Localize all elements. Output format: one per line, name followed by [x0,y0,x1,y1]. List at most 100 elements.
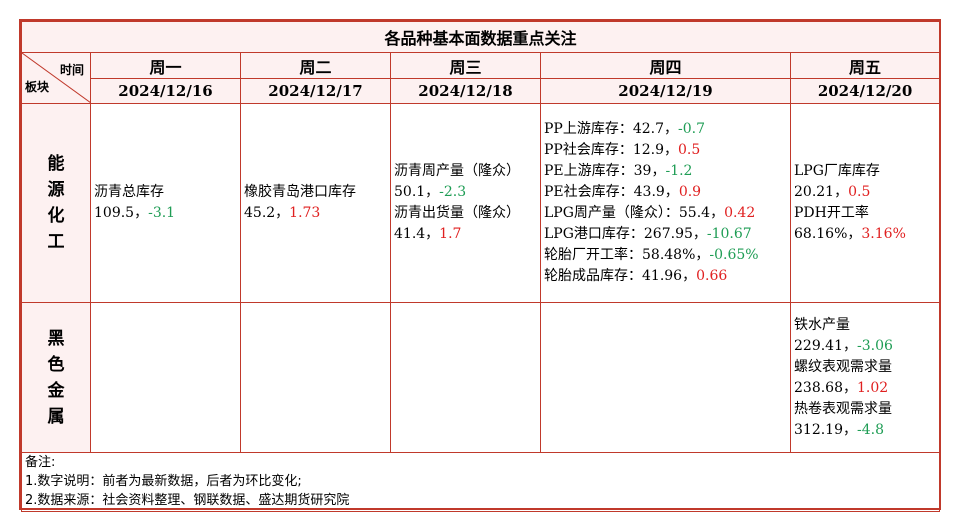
metric-line: 20.21，0.5 [794,182,937,203]
metric-name: PDH开工率 [794,205,869,221]
day-header: 周一 [90,52,241,79]
metric-line: 50.1，-2.3 [394,182,538,203]
metric-line: 轮胎厂开工率：58.48%，-0.65% [544,245,788,266]
data-cell [240,302,391,453]
metric-change: 0.5 [848,184,871,200]
date-header: 2024/12/19 [540,78,791,104]
sector-char: 源 [47,180,65,200]
metric-line: 轮胎成品库存：41.96，0.66 [544,266,788,287]
metric-label-value: LPG周产量（隆众）：55.4， [544,205,725,221]
data-cell: 铁水产量 229.41，-3.06 螺纹表观需求量 238.68，1.02 热卷表观需求… [789,302,941,453]
metric-line: 41.4，1.7 [394,224,538,245]
date-header: 2024/12/20 [789,78,941,104]
metric-change: -1.2 [665,163,693,179]
metric-line: 312.19，-4.8 [794,420,937,441]
metric-value: 229.41， [794,337,857,354]
metric-line: 45.2，1.73 [244,203,388,224]
metric-line: PE上游库存：39，-1.2 [544,161,788,182]
metric-value: 68.16%， [794,226,862,242]
metric-label-value: PE上游库存：39， [544,163,666,179]
metric-value: 45.2， [244,205,290,221]
day-header: 周五 [789,52,941,79]
metric-change: -10.67 [706,226,752,242]
summary-table: 各品种基本面数据重点关注 时间 板块 周一 周二 周三 周四 周五 2024/1… [20,21,941,512]
data-cell: PP上游库存：42.7，-0.7 PP社会库存：12.9，0.5 PE上游库存：39… [540,103,791,303]
metric-change: -0.7 [678,121,706,137]
data-cell [90,302,241,453]
metric-change: 1.73 [289,205,321,221]
corner-header: 时间 板块 [21,52,91,104]
metric-line: 229.41，-3.06 [794,336,937,357]
sector-label-ferrous: 黑 色 金 属 [21,302,91,453]
summary-table-frame: 各品种基本面数据重点关注 时间 板块 周一 周二 周三 周四 周五 2024/1… [19,19,941,512]
notes-line: 2.数据来源：社会资料整理、钢联数据、盛达期货研究院 [25,493,350,508]
metric-label-value: PP上游库存：42.7， [544,121,679,137]
data-cell: 沥青周产量（隆众） 50.1，-2.3 沥青出货量（隆众） 41.4，1.7 [390,103,541,303]
metric-value: 50.1， [394,184,440,200]
metric-label-value: LPG港口库存：267.95， [544,226,707,242]
metric-value: 20.21， [794,184,849,200]
metric-change: 0.9 [678,184,702,200]
metric-value: 109.5， [94,205,149,221]
metric-change: -3.06 [857,337,893,354]
date-header: 2024/12/18 [390,78,541,104]
metric-name: 橡胶青岛港口库存 [244,184,356,200]
metric-change: -3.1 [148,205,176,221]
data-cell: 沥青总库存 109.5，-3.1 [90,103,241,303]
date-header: 2024/12/17 [240,78,391,104]
metric-line: 68.16%，3.16% [794,224,937,245]
metric-change: 3.16% [861,226,906,242]
day-header: 周二 [240,52,391,79]
day-header: 周三 [390,52,541,79]
metric-line: 109.5，-3.1 [94,203,238,224]
sector-char: 化 [47,206,65,226]
metric-line: PE社会库存：43.9，0.9 [544,182,788,203]
metric-line: PP社会库存：12.9，0.5 [544,140,788,161]
table-row-energy: 能 源 化 工 沥青总库存 109.5，-3.1 橡胶青岛港口库存 45.2，1.7… [21,103,941,303]
metric-line: PP上游库存：42.7，-0.7 [544,119,788,140]
day-header: 周四 [540,52,791,79]
metric-label-value: 轮胎厂开工率：58.48%， [544,247,710,263]
corner-sector-label: 板块 [25,80,50,94]
metric-label-value: PP社会库存：12.9， [544,142,679,158]
corner-time-label: 时间 [59,63,84,77]
data-cell [540,302,791,453]
metric-name: 热卷表观需求量 [794,400,892,417]
sector-char: 黑 [47,328,65,349]
metric-change: -0.65% [709,247,759,263]
metric-value: 41.4， [394,226,440,242]
metric-line: LPG周产量（隆众）：55.4，0.42 [544,203,788,224]
sector-label-energy: 能 源 化 工 [21,103,91,303]
metric-change: 0.5 [678,142,701,158]
metric-change: 1.02 [857,379,889,396]
metric-name: 沥青出货量（隆众） [394,205,520,221]
metric-label-value: PE社会库存：43.9， [544,184,679,200]
metric-name: 沥青周产量（隆众） [394,163,520,179]
data-cell: LPG厂库库存 20.21，0.5 PDH开工率 68.16%，3.16% [789,103,941,303]
notes-section: 备注: 1.数字说明：前者为最新数据，后者为环比变化; 2.数据来源：社会资料整… [20,452,941,512]
metric-line: 238.68，1.02 [794,378,937,399]
metric-name: LPG厂库库存 [794,163,880,179]
data-cell: 橡胶青岛港口库存 45.2，1.73 [240,103,391,303]
metric-change: -2.3 [439,184,467,200]
metric-label-value: 轮胎成品库存：41.96， [544,268,697,284]
metric-change: -4.8 [857,421,884,438]
data-cell [390,302,541,453]
sector-char: 能 [47,154,65,174]
metric-change: 0.66 [696,268,728,284]
table-title: 各品种基本面数据重点关注 [20,21,941,53]
metric-value: 238.68， [794,379,857,396]
notes-line: 1.数字说明：前者为最新数据，后者为环比变化; [25,474,302,489]
metric-value: 312.19， [794,421,857,438]
sector-char: 属 [47,406,65,427]
metric-name: 沥青总库存 [94,184,164,200]
metric-name: 螺纹表观需求量 [794,358,892,375]
sector-char: 色 [47,354,65,375]
table-row-ferrous: 黑 色 金 属 铁水产量 229.41，-3.06 螺纹表观需求量 238.68，1.… [21,302,941,453]
sector-char: 工 [47,232,65,252]
metric-name: 铁水产量 [794,316,850,333]
metric-line: LPG港口库存：267.95，-10.67 [544,224,788,245]
sector-char: 金 [47,380,65,401]
metric-change: 0.42 [724,205,756,221]
metric-change: 1.7 [439,226,462,242]
